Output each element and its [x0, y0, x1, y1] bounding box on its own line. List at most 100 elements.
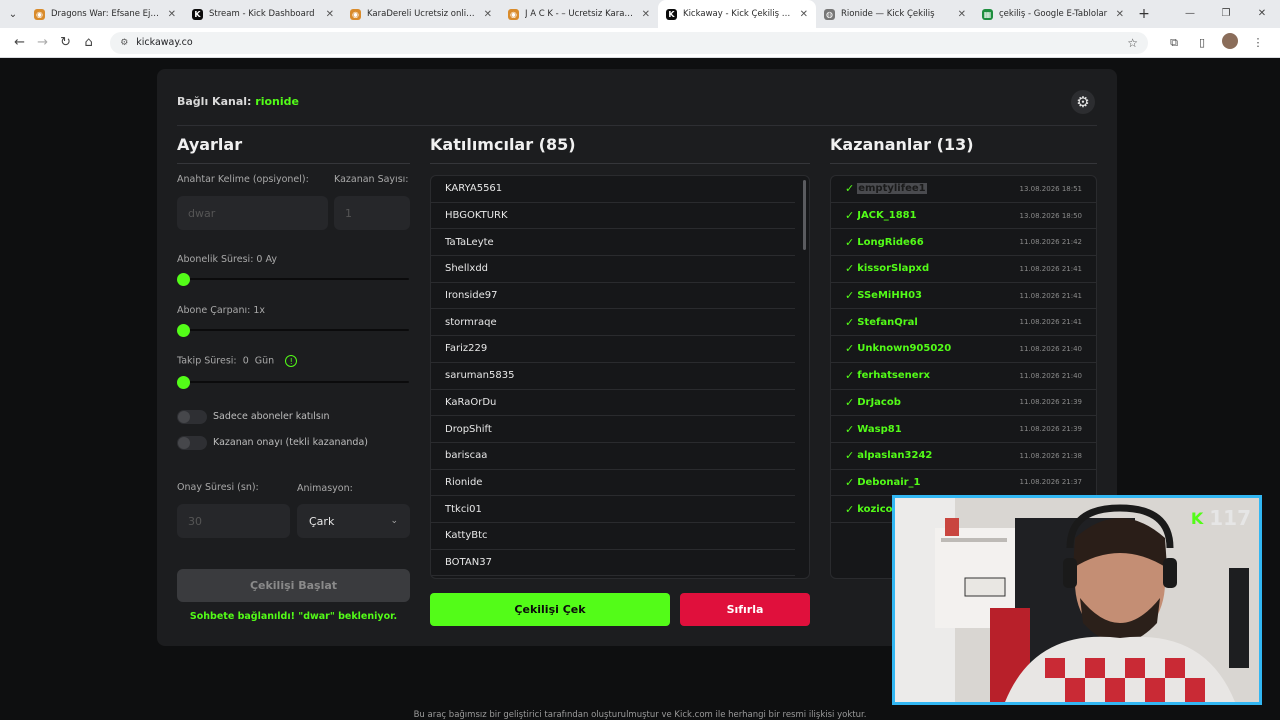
subscription-duration-slider[interactable] [177, 273, 409, 286]
winner-date: 11.08.2026 21:42 [1019, 238, 1082, 247]
tab-search-chevron-icon[interactable]: ⌄ [0, 0, 26, 28]
tab-close-icon[interactable]: ✕ [326, 9, 334, 20]
tab-close-icon[interactable]: ✕ [800, 9, 808, 20]
address-url: kickaway.co [136, 37, 193, 48]
participants-items: KARYA5561 HBGOKTURK TaTaLeyte Shellxdd Irons… [431, 176, 809, 577]
subscription-duration-label: Abonelik Süresi: 0 Ay [177, 254, 277, 265]
site-info-icon[interactable]: ⚙ [120, 38, 128, 48]
profile-avatar[interactable] [1216, 33, 1244, 52]
winner-date: 11.08.2026 21:41 [1019, 318, 1082, 327]
participant-row[interactable]: stormraqe [431, 309, 795, 337]
follow-duration-label: Takip Süresi: 0 Gün ! [177, 355, 298, 367]
tab-title: Stream - Kick Dashboard [209, 9, 315, 19]
footer-disclaimer: Bu araç bağımsız bir geliştirici tarafın… [413, 710, 867, 720]
participant-row[interactable]: DropShift [431, 416, 795, 443]
tab-close-icon[interactable]: ✕ [484, 9, 492, 20]
tab-title: Rionide — Kick Çekiliş [841, 9, 935, 19]
keyword-input[interactable]: dwar [177, 196, 328, 230]
winner-row[interactable]: ✓ StefanQral 11.08.2026 21:41 [831, 309, 1096, 337]
slider-track [177, 329, 409, 331]
winner-name: LongRide66 [857, 236, 924, 248]
participant-row[interactable]: saruman5835 [431, 363, 795, 390]
winner-date: 13.08.2026 18:50 [1019, 211, 1082, 220]
tab-close-icon[interactable]: ✕ [958, 9, 966, 20]
browser-tab[interactable]: K Stream - Kick Dashboard ✕ [184, 0, 342, 28]
participant-row[interactable]: Shellxdd [431, 256, 795, 283]
winner-row[interactable]: ✓ Unknown905020 11.08.2026 21:40 [831, 336, 1096, 363]
winner-row[interactable]: ✓ JACK_1881 13.08.2026 18:50 [831, 203, 1096, 230]
forward-arrow-icon[interactable]: → [31, 35, 54, 50]
winner-row[interactable]: ✓ DrJacob 11.08.2026 21:39 [831, 390, 1096, 417]
participant-row[interactable]: Fariz229 [431, 336, 795, 363]
sub-multiplier-slider[interactable] [177, 324, 409, 337]
browser-tab[interactable]: ◍ Rionide — Kick Çekiliş ✕ [816, 0, 974, 28]
maximize-icon[interactable]: ❐ [1208, 0, 1244, 28]
animation-select[interactable]: Çark ⌄ [297, 504, 410, 538]
slider-thumb[interactable] [177, 273, 190, 286]
participant-row[interactable]: TaTaLeyte [431, 229, 795, 257]
tab-close-icon[interactable]: ✕ [168, 9, 176, 20]
participant-row[interactable]: bariscaa [431, 443, 795, 470]
participants-title-divider [430, 163, 810, 164]
tab-close-icon[interactable]: ✕ [1116, 9, 1124, 20]
winner-confirm-toggle[interactable] [177, 436, 207, 450]
address-bar[interactable]: ⚙ kickaway.co ☆ [110, 31, 1148, 54]
winner-row[interactable]: ✓ Debonair_1 11.08.2026 21:37 [831, 470, 1096, 497]
home-icon[interactable]: ⌂ [77, 35, 100, 50]
draw-winner-button[interactable]: Çekilişi Çek [430, 593, 670, 626]
winner-row[interactable]: ✓ Wasp81 11.08.2026 21:39 [831, 416, 1096, 443]
new-tab-plus-icon[interactable]: + [1132, 6, 1156, 22]
browser-tab[interactable]: ◉ Dragons War: Efsane Ejderhalar ✕ [26, 0, 184, 28]
settings-gear-icon[interactable]: ⚙ [1071, 90, 1095, 114]
sidebar-panel-icon[interactable]: ▯ [1188, 36, 1216, 49]
participants-list[interactable]: KARYA5561 HBGOKTURK TaTaLeyte Shellxdd Irons… [430, 175, 810, 579]
winner-count-input[interactable]: 1 [334, 196, 410, 230]
winner-date: 11.08.2026 21:41 [1019, 291, 1082, 300]
winner-name: JACK_1881 [857, 210, 917, 222]
winners-title-divider [830, 163, 1097, 164]
winner-name: ferhatsenerx [857, 370, 930, 382]
winner-row[interactable]: ✓ ferhatsenerx 11.08.2026 21:40 [831, 363, 1096, 390]
reload-icon[interactable]: ↻ [54, 35, 77, 50]
close-window-icon[interactable]: ✕ [1244, 0, 1280, 28]
browser-tab[interactable]: ◉ KaraDereli Ücretsiz online rol y ✕ [342, 0, 500, 28]
winner-row[interactable]: ✓ alpaslan3242 11.08.2026 21:38 [831, 443, 1096, 470]
info-exclamation-icon[interactable]: ! [285, 355, 298, 367]
confirm-time-input[interactable]: 30 [177, 504, 290, 538]
winner-row[interactable]: ✓ emptylifee1 13.08.2026 18:51 [831, 176, 1096, 203]
slider-thumb[interactable] [177, 376, 190, 389]
follow-duration-slider[interactable] [177, 376, 409, 389]
check-icon: ✓ [845, 369, 855, 383]
participant-row[interactable]: KattyBtc [431, 523, 795, 550]
browser-tab[interactable]: K Kickaway - Kick Çekiliş Aracı ✕ [658, 0, 816, 28]
channel-name: rionide [255, 95, 299, 108]
participant-row[interactable]: BOTAN37 [431, 550, 795, 577]
participant-row[interactable]: HBGOKTURK [431, 203, 795, 230]
back-arrow-icon[interactable]: ← [8, 35, 31, 50]
minimize-icon[interactable]: — [1172, 0, 1208, 28]
extensions-puzzle-icon[interactable]: ⧉ [1160, 36, 1188, 50]
participants-scrollbar[interactable] [803, 180, 806, 250]
slider-track [177, 381, 409, 383]
start-giveaway-button[interactable]: Çekilişi Başlat [177, 569, 410, 602]
participant-row[interactable]: KaRaOrDu [431, 390, 795, 417]
participant-row[interactable]: Rionide [431, 470, 795, 497]
check-icon: ✓ [845, 182, 855, 196]
confirm-time-placeholder: 30 [188, 514, 202, 528]
sub-multiplier-label: Abone Çarpanı: 1x [177, 305, 265, 316]
participant-row[interactable]: Ironside97 [431, 283, 795, 310]
slider-thumb[interactable] [177, 324, 190, 337]
winner-name: DrJacob [857, 396, 901, 408]
subscribers-only-toggle[interactable] [177, 410, 207, 424]
bookmark-star-icon[interactable]: ☆ [1127, 36, 1138, 50]
more-menu-icon[interactable]: ⋮ [1244, 36, 1272, 49]
browser-tab[interactable]: ◉ J A C K - – Ücretsiz Karakter G ✕ [500, 0, 658, 28]
winner-row[interactable]: ✓ kissorSlapxd 11.08.2026 21:41 [831, 256, 1096, 283]
winner-row[interactable]: ✓ SSeMiHH03 11.08.2026 21:41 [831, 283, 1096, 310]
participant-row[interactable]: KARYA5561 [431, 176, 795, 203]
tab-close-icon[interactable]: ✕ [642, 9, 650, 20]
winner-row[interactable]: ✓ LongRide66 11.08.2026 21:42 [831, 229, 1096, 257]
browser-tab[interactable]: ▦ çekiliş - Google E-Tablolar ✕ [974, 0, 1132, 28]
reset-button[interactable]: Sıfırla [680, 593, 810, 626]
participant-row[interactable]: Ttkci01 [431, 496, 795, 523]
